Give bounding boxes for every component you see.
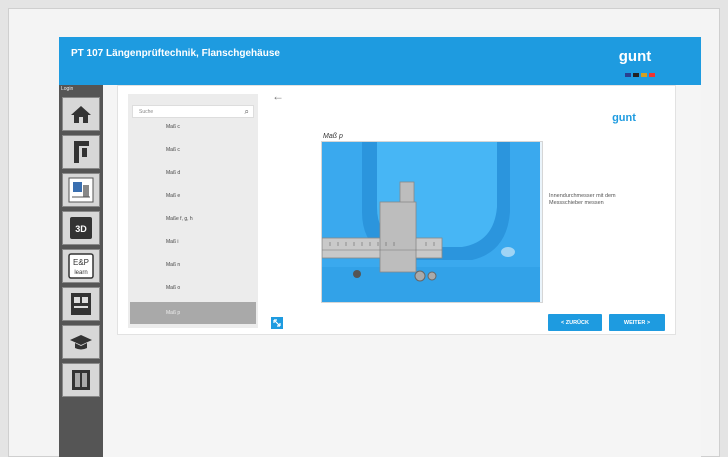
back-arrow-icon[interactable]: ← (272, 89, 284, 103)
door-icon (72, 370, 90, 390)
svg-text:learn: learn (74, 270, 87, 276)
list-item[interactable]: Maße f, g, h (166, 216, 193, 222)
list-item[interactable]: Maß e (166, 193, 180, 199)
list-item[interactable]: Maß o (166, 285, 180, 291)
caliper-measurement-picture (322, 142, 542, 302)
3d-icon: 3D (70, 217, 92, 239)
sidebar-item-drawing[interactable] (62, 173, 100, 207)
measurement-list: Suche ⌕ Maß c Maß c Maß d Maß e Maße f, … (128, 94, 258, 328)
language-flags (625, 73, 655, 77)
list-item[interactable]: Maß c (166, 124, 180, 130)
search-icon[interactable]: ⌕ (245, 106, 249, 118)
logo-text: gunt (619, 48, 651, 65)
drawing-icon (68, 177, 94, 203)
svg-text:E&P: E&P (73, 258, 89, 267)
worksheet-icon (71, 293, 91, 315)
flag-de-icon[interactable] (633, 73, 639, 77)
sidebar-item-worksheet[interactable] (62, 287, 100, 321)
home-icon (71, 106, 91, 123)
list-item[interactable]: Maß c (166, 147, 180, 153)
caliper-icon (74, 141, 89, 163)
svg-text:3D: 3D (75, 224, 87, 234)
page-title: PT 107 Längenprüftechnik, Flanschgehäuse (71, 48, 280, 59)
flag-en-icon[interactable] (625, 73, 631, 77)
sidebar-item-caliper[interactable] (62, 135, 100, 169)
content-panel: Suche ⌕ Maß c Maß c Maß d Maß e Maße f, … (117, 85, 676, 335)
graduation-cap-icon (70, 335, 92, 350)
list-item[interactable]: Maß d (166, 170, 180, 176)
sidebar-item-education[interactable] (62, 325, 100, 359)
sidebar-item-elearn[interactable]: E&P learn (62, 249, 100, 283)
sidebar: Login 3D E&P learn (59, 85, 103, 457)
login-label[interactable]: Login (61, 86, 73, 92)
search-placeholder: Suche (139, 109, 154, 115)
list-item[interactable]: Maß i (166, 239, 179, 245)
flag-es-icon[interactable] (641, 73, 647, 77)
back-button[interactable]: < ZURÜCK (548, 314, 602, 331)
next-button[interactable]: WEITER > (609, 314, 665, 331)
measurement-description: Innendurchmesser mit dem Messschieber me… (549, 193, 616, 206)
list-item[interactable]: Maß n (166, 262, 180, 268)
elearn-icon: E&P learn (68, 253, 94, 279)
list-item-active[interactable]: Maß p (130, 302, 256, 324)
flag-fr-icon[interactable] (649, 73, 655, 77)
measurement-title: Maß p (323, 133, 343, 140)
measurement-image (321, 141, 543, 303)
sidebar-item-exit[interactable] (62, 363, 100, 397)
svg-text:gunt: gunt (612, 112, 636, 124)
fullscreen-button[interactable] (271, 317, 283, 329)
sidebar-item-3d[interactable]: 3D (62, 211, 100, 245)
header-bar: PT 107 Längenprüftechnik, Flanschgehäuse… (59, 37, 701, 85)
expand-icon (273, 319, 281, 327)
gunt-logo: gunt (615, 44, 655, 70)
gunt-small-logo: gunt (612, 112, 636, 124)
sidebar-item-home[interactable] (62, 97, 100, 131)
search-input[interactable]: Suche ⌕ (132, 105, 254, 118)
app-frame: PT 107 Längenprüftechnik, Flanschgehäuse… (8, 8, 720, 457)
app-window: PT 107 Längenprüftechnik, Flanschgehäuse… (59, 37, 701, 457)
